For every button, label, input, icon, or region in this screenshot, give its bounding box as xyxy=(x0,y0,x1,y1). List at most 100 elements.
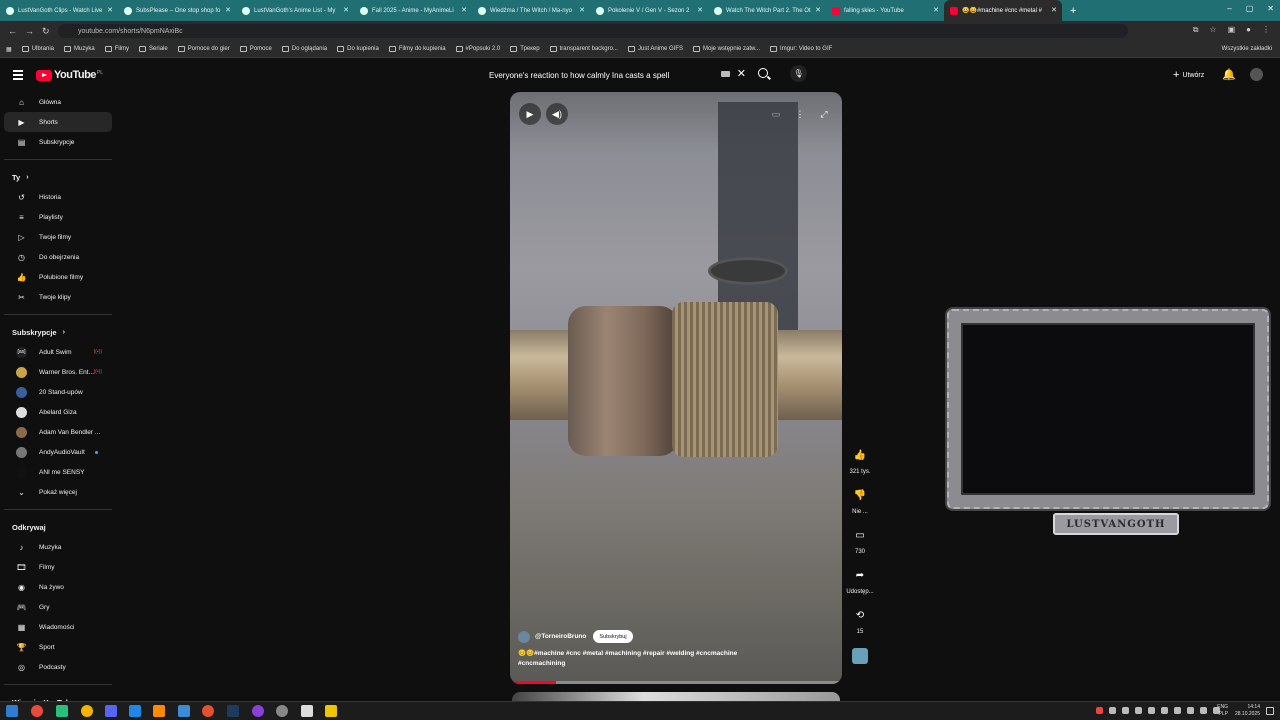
tray-icon[interactable] xyxy=(1161,707,1168,714)
forward-icon[interactable]: → xyxy=(25,26,34,36)
bookmark-item[interactable]: Filmy do kupienia xyxy=(388,46,446,52)
show-more-button[interactable]: ⌄ Pokaż więcej xyxy=(4,482,112,502)
tray-icon[interactable] xyxy=(1122,707,1129,714)
sidebar-channel[interactable]: Adam Van Bendler ... xyxy=(4,422,112,442)
start-icon[interactable] xyxy=(6,705,18,717)
close-tab-icon[interactable]: ✕ xyxy=(461,6,467,14)
close-tab-icon[interactable]: ✕ xyxy=(225,6,231,14)
sidebar-item-history[interactable]: ↺ Historia xyxy=(4,187,112,207)
channel-name[interactable]: @TorneiroBruno xyxy=(535,633,586,640)
bookmark-item[interactable]: Seriale xyxy=(139,46,168,52)
close-window-button[interactable]: ✕ xyxy=(1267,4,1274,13)
all-bookmarks[interactable]: Wszystkie zakładki xyxy=(1222,46,1272,52)
short-title[interactable]: 😊😊#machine #cnc #metal #machining #repai… xyxy=(518,649,758,669)
subscribe-button[interactable]: Subskrybuj xyxy=(593,630,633,643)
bookmark-item[interactable]: Filmy xyxy=(104,46,129,52)
bookmark-item[interactable]: Pomoce do gier xyxy=(177,46,230,52)
close-tab-icon[interactable]: ✕ xyxy=(933,6,939,14)
bookmark-item[interactable]: Ulbrania xyxy=(21,46,54,52)
bookmark-item[interactable]: Imgur: Video to GIF xyxy=(770,46,832,52)
app-icon[interactable] xyxy=(129,705,141,717)
bookmark-item[interactable]: transparent backgro... xyxy=(549,46,618,52)
browser-tab-active[interactable]: 😀😀#machine #cnc #metal # ✕ xyxy=(944,0,1062,21)
sidebar-item-home[interactable]: ⌂ Główna xyxy=(4,92,112,112)
close-tab-icon[interactable]: ✕ xyxy=(815,6,821,14)
reload-icon[interactable]: ↻ xyxy=(42,26,50,37)
captions-icon[interactable]: ▭ xyxy=(765,103,787,125)
sidebar-item-movies[interactable]: 🎞 Filmy xyxy=(4,557,112,577)
sidebar-item-clips[interactable]: ✂ Twoje klipy xyxy=(4,287,112,307)
browser-tab[interactable]: SubsPlease – One stop shop fo ✕ xyxy=(118,0,236,21)
browser-tab[interactable]: Pokolenie V / Gen V - Sezon 2 ✕ xyxy=(590,0,708,21)
cast-icon[interactable]: ⧉ xyxy=(1193,25,1199,35)
discord-icon[interactable] xyxy=(105,705,117,717)
play-icon[interactable]: ▶ xyxy=(519,103,541,125)
keyboard-icon[interactable] xyxy=(721,71,730,77)
sidebar-channel[interactable]: ANI me SENSY xyxy=(4,462,112,482)
sidebar-channel[interactable]: [as] Adult Swim ((•)) xyxy=(4,342,112,362)
browser-tab[interactable]: LustVanGoth's Anime List - My ✕ xyxy=(236,0,354,21)
tray-icon[interactable] xyxy=(1200,707,1207,714)
tray-icon[interactable] xyxy=(1187,707,1194,714)
sidebar-item-shorts[interactable]: ▶ Shorts xyxy=(4,112,112,132)
sidebar-item-music[interactable]: ♪ Muzyka xyxy=(4,537,112,557)
remix-button[interactable]: ⟲ 15 xyxy=(844,604,876,636)
chrome-icon[interactable] xyxy=(31,705,43,717)
video-progress-bar[interactable] xyxy=(510,681,842,684)
tray-icon[interactable] xyxy=(1135,707,1142,714)
shorts-video-player[interactable]: ▶ ◀) ▭ ⋮ ⤢ @TorneiroBruno Subskrybuj 😊😊#… xyxy=(510,92,842,684)
create-button[interactable]: + Utwórz xyxy=(1166,67,1211,83)
back-icon[interactable]: ← xyxy=(8,26,17,36)
browser-tab[interactable]: Fall 2025 - Anime - MyAnimeLi ✕ xyxy=(354,0,472,21)
clock[interactable]: 14:14 28.10.2025 xyxy=(1235,704,1260,718)
more-options-icon[interactable]: ⋮ xyxy=(789,103,811,125)
bookmark-item[interactable]: Muzyka xyxy=(64,46,95,52)
sidebar-channel[interactable]: Warner Bros. Ent... ((•)) xyxy=(4,362,112,382)
close-tab-icon[interactable]: ✕ xyxy=(579,6,585,14)
close-tab-icon[interactable]: ✕ xyxy=(343,6,349,14)
sidebar-item-playlists[interactable]: ≡ Playlisty xyxy=(4,207,112,227)
menu-hamburger-icon[interactable] xyxy=(13,70,23,82)
sidebar-item-news[interactable]: ▦ Wiadomości xyxy=(4,617,112,637)
sidebar-section-you[interactable]: Ty › xyxy=(0,167,116,187)
sound-thumbnail[interactable] xyxy=(844,644,876,664)
avatar[interactable] xyxy=(1250,68,1263,81)
apps-icon[interactable]: ▦ xyxy=(6,46,12,53)
search-input[interactable]: Everyone's reaction to how calmly Ina ca… xyxy=(480,65,752,85)
sidebar-channel[interactable]: AndyAudioVault xyxy=(4,442,112,462)
sidebar-item-live[interactable]: ◉ Na żywo xyxy=(4,577,112,597)
sidebar-item-podcasts[interactable]: ◎ Podcasty xyxy=(4,657,112,677)
bookmark-item[interactable]: Do kupienia xyxy=(337,46,379,52)
bookmark-item[interactable]: Pomoce xyxy=(239,46,272,52)
browser-tab[interactable]: Wiedźma / The Witch / Ma-nyo ✕ xyxy=(472,0,590,21)
close-tab-icon[interactable]: ✕ xyxy=(107,6,113,14)
maximize-button[interactable]: ▢ xyxy=(1246,4,1254,13)
browser-tab[interactable]: falling skies - YouTube ✕ xyxy=(826,0,944,21)
app-icon[interactable] xyxy=(252,705,264,717)
profile-icon[interactable]: ● xyxy=(1246,25,1251,35)
language-indicator[interactable]: ENG PLP xyxy=(1217,704,1228,718)
bookmark-item[interactable]: Do oglądania xyxy=(281,46,327,52)
sidebar-channel[interactable]: Abelard Giza xyxy=(4,402,112,422)
bookmark-item[interactable]: #Popsuki 2.0 xyxy=(455,46,500,52)
search-icon[interactable] xyxy=(758,68,768,78)
close-tab-icon[interactable]: ✕ xyxy=(1051,6,1057,14)
sidebar-item-gaming[interactable]: 🎮 Gry xyxy=(4,597,112,617)
app-icon[interactable] xyxy=(178,705,190,717)
clear-search-icon[interactable]: ✕ xyxy=(737,67,746,80)
app-icon[interactable] xyxy=(301,705,313,717)
share-button[interactable]: ➦ Udostęp... xyxy=(844,564,876,596)
comments-button[interactable]: ▭ 730 xyxy=(844,524,876,556)
sidebar-item-sport[interactable]: 🏆 Sport xyxy=(4,637,112,657)
sidebar-channel[interactable]: 20 Stand-upów xyxy=(4,382,112,402)
channel-avatar[interactable] xyxy=(518,630,530,643)
microphone-icon[interactable]: 🎙 xyxy=(790,65,807,82)
spotify-icon[interactable] xyxy=(56,705,68,717)
browser-tab[interactable]: Watch The Witch Part 2. The Ot ✕ xyxy=(708,0,826,21)
like-button[interactable]: 👍 321 tys. xyxy=(844,444,876,476)
tray-icon[interactable] xyxy=(1174,707,1181,714)
sidebar-section-subscriptions[interactable]: Subskrypcje › xyxy=(0,322,116,342)
steam-icon[interactable] xyxy=(227,705,239,717)
dislike-button[interactable]: 👎 Nie ... xyxy=(844,484,876,516)
sidebar-item-liked[interactable]: 👍 Polubione filmy xyxy=(4,267,112,287)
